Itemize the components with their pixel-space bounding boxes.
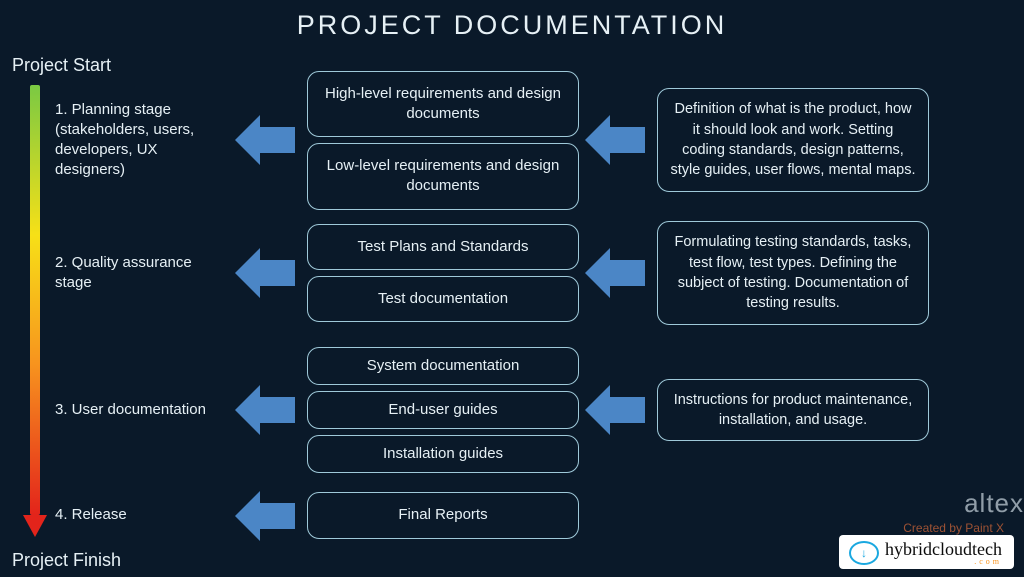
timeline-arrow bbox=[30, 85, 40, 535]
doc-box: High-level requirements and design docum… bbox=[307, 71, 579, 138]
doc-box: Test documentation bbox=[307, 276, 579, 322]
arrow-left-icon bbox=[585, 115, 645, 165]
cloud-download-icon bbox=[849, 541, 879, 565]
stage-label: 2. Quality assurance stage bbox=[55, 253, 235, 294]
stage-label: 1. Planning stage (stakeholders, users, … bbox=[55, 100, 235, 181]
page-title: PROJECT DOCUMENTATION bbox=[0, 0, 1024, 41]
timeline-finish-label: Project Finish bbox=[12, 550, 121, 571]
mid-column: High-level requirements and design docum… bbox=[307, 71, 579, 210]
arrow-left-icon bbox=[585, 385, 645, 435]
description-box: Instructions for product maintenance, in… bbox=[657, 379, 929, 442]
doc-box: Low-level requirements and design docume… bbox=[307, 143, 579, 210]
stage-label: 4. Release bbox=[55, 505, 235, 525]
watermark-text: Created by Paint X bbox=[903, 521, 1004, 535]
timeline-start-label: Project Start bbox=[12, 55, 111, 76]
logo-badge: hybridcloudtech .com bbox=[839, 535, 1014, 569]
logo-text: hybridcloudtech .com bbox=[885, 541, 1002, 564]
timeline-arrowhead-icon bbox=[23, 515, 47, 537]
doc-box: Final Reports bbox=[307, 492, 579, 538]
arrow-left-icon bbox=[585, 248, 645, 298]
mid-column: System documentation End-user guides Ins… bbox=[307, 347, 579, 474]
doc-box: System documentation bbox=[307, 347, 579, 385]
background-brand-text: altex bbox=[964, 488, 1024, 519]
description-box: Formulating testing standards, tasks, te… bbox=[657, 221, 929, 324]
mid-column: Test Plans and Standards Test documentat… bbox=[307, 224, 579, 323]
description-box: Definition of what is the product, how i… bbox=[657, 88, 929, 191]
diagram-row: 1. Planning stage (stakeholders, users, … bbox=[55, 85, 1024, 195]
doc-box: Installation guides bbox=[307, 435, 579, 473]
diagram-row: 3. User documentation System documentati… bbox=[55, 345, 1024, 475]
stage-label: 3. User documentation bbox=[55, 400, 235, 420]
mid-column: Final Reports bbox=[307, 492, 579, 538]
doc-box: End-user guides bbox=[307, 391, 579, 429]
diagram-row: 2. Quality assurance stage Test Plans an… bbox=[55, 218, 1024, 328]
timeline-gradient-bar bbox=[30, 85, 40, 515]
arrow-left-icon bbox=[235, 248, 295, 298]
arrow-left-icon bbox=[235, 115, 295, 165]
arrow-left-icon bbox=[235, 385, 295, 435]
arrow-left-icon bbox=[235, 491, 295, 541]
doc-box: Test Plans and Standards bbox=[307, 224, 579, 270]
